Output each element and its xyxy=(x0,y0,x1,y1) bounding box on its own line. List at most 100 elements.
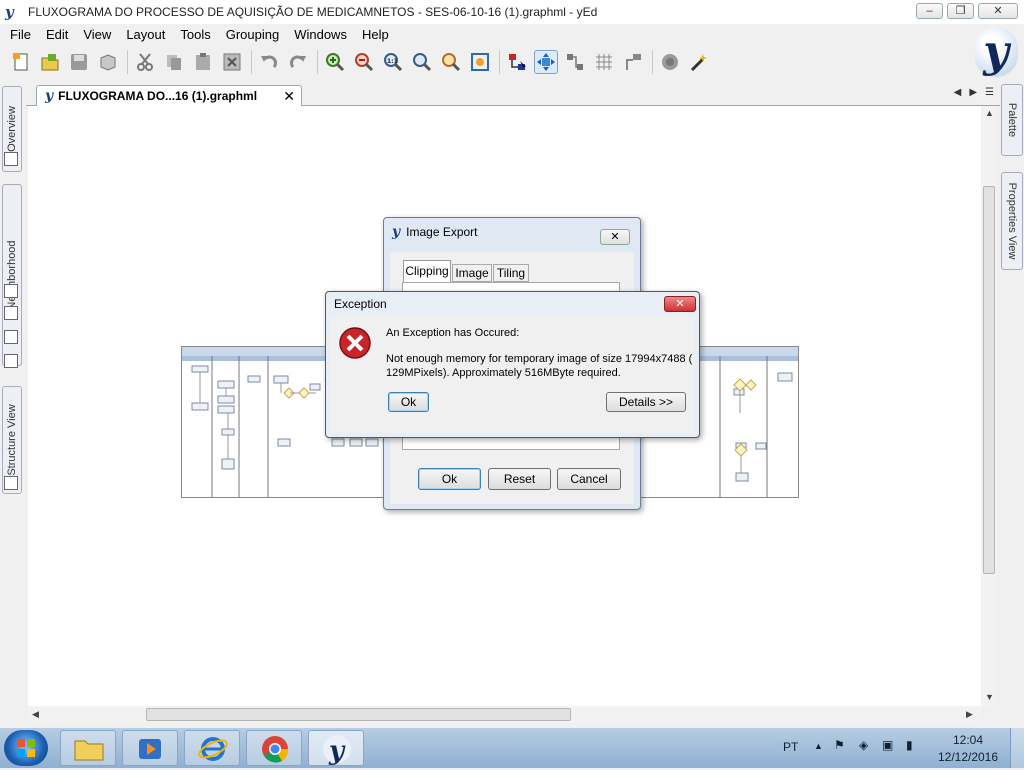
yed-taskbar-icon[interactable]: y xyxy=(308,730,364,766)
zoom-area-icon[interactable] xyxy=(410,50,434,74)
yed-logo: y xyxy=(974,27,1018,77)
tab-scroll-right-icon[interactable]: ▶ xyxy=(969,87,977,98)
error-icon xyxy=(338,326,372,363)
graph-file-icon: y xyxy=(45,88,54,104)
language-indicator[interactable]: PT xyxy=(783,740,798,754)
zoom-in-icon[interactable] xyxy=(323,50,347,74)
menu-edit[interactable]: Edit xyxy=(46,27,68,42)
start-button[interactable] xyxy=(4,730,48,766)
yed-app-icon: y xyxy=(5,3,14,21)
save-icon[interactable] xyxy=(67,50,91,74)
vertical-scroll-thumb[interactable] xyxy=(983,186,995,574)
svg-text:1:1: 1:1 xyxy=(387,58,398,65)
tab-scroll-left-icon[interactable]: ◀ xyxy=(954,87,962,98)
taskbar: y PT ▲ ⚑ ◈ ▣ ▮ 12:04 12/12/2016 xyxy=(0,728,1024,768)
menu-layout[interactable]: Layout xyxy=(126,27,165,42)
scroll-down-icon[interactable]: ▼ xyxy=(985,692,994,702)
explorer-taskbar-icon[interactable] xyxy=(60,730,116,766)
network-signal-icon[interactable]: ▮ xyxy=(906,738,913,752)
delete-icon[interactable] xyxy=(220,50,244,74)
menu-help[interactable]: Help xyxy=(362,27,389,42)
neighborhood-icon-2 xyxy=(4,306,18,320)
show-hidden-icons-icon[interactable]: ▲ xyxy=(814,741,823,751)
media-player-taskbar-icon[interactable] xyxy=(122,730,178,766)
tab-image[interactable]: Image xyxy=(452,264,492,282)
exception-heading: An Exception has Occured: xyxy=(386,327,520,339)
menu-windows[interactable]: Windows xyxy=(294,27,347,42)
right-dock: Palette Properties View xyxy=(1000,84,1024,724)
zoom-fit-icon[interactable] xyxy=(439,50,463,74)
horizontal-scrollbar[interactable]: ◀ ▶ xyxy=(28,706,981,723)
vertical-scrollbar[interactable]: ▲ ▼ xyxy=(981,106,997,706)
menu-tools[interactable]: Tools xyxy=(180,27,210,42)
paste-icon[interactable] xyxy=(191,50,215,74)
security-shield-icon[interactable]: ◈ xyxy=(859,738,868,752)
structure-view-label: Structure View xyxy=(6,404,18,476)
save-as-icon[interactable] xyxy=(96,50,120,74)
export-cancel-button[interactable]: Cancel xyxy=(557,468,621,490)
undo-icon[interactable] xyxy=(257,50,281,74)
minimize-button[interactable]: ‒ xyxy=(916,3,943,19)
exception-ok-button[interactable]: Ok xyxy=(388,392,429,412)
exception-details-button[interactable]: Details >> xyxy=(606,392,686,412)
structure-view-icon xyxy=(4,476,18,490)
tab-clipping[interactable]: Clipping xyxy=(403,260,451,282)
properties-view-panel-tab[interactable]: Properties View xyxy=(1001,172,1023,270)
menu-grouping[interactable]: Grouping xyxy=(226,27,279,42)
image-export-close-button[interactable]: ✕ xyxy=(600,229,630,245)
properties-view-label: Properties View xyxy=(1006,182,1018,260)
navigate-mode-icon[interactable] xyxy=(534,50,558,74)
clock-date[interactable]: 12/12/2016 xyxy=(936,750,1000,764)
yed-window: y FLUXOGRAMA DO PROCESSO DE AQUISIÇÃO DE… xyxy=(0,0,1024,728)
menu-view[interactable]: View xyxy=(83,27,111,42)
overview-icon xyxy=(4,152,18,166)
internet-explorer-taskbar-icon[interactable] xyxy=(184,730,240,766)
scroll-up-icon[interactable]: ▲ xyxy=(985,108,994,118)
action-center-icon[interactable]: ⚑ xyxy=(834,738,845,752)
edit-mode-icon[interactable] xyxy=(505,50,529,74)
orthogonal-edges-icon[interactable] xyxy=(563,50,587,74)
chrome-taskbar-icon[interactable] xyxy=(246,730,302,766)
toolbar: 1:1 xyxy=(0,46,970,78)
document-tab[interactable]: y FLUXOGRAMA DO...16 (1).graphml ✕ xyxy=(36,85,302,106)
exception-close-button[interactable]: ✕ xyxy=(664,296,696,312)
export-ok-button[interactable]: Ok xyxy=(418,468,481,490)
fit-content-icon[interactable] xyxy=(468,50,492,74)
maximize-button[interactable]: ❐ xyxy=(947,3,974,19)
zoom-100-icon[interactable]: 1:1 xyxy=(381,50,405,74)
cut-icon[interactable] xyxy=(133,50,157,74)
grid-icon[interactable] xyxy=(592,50,616,74)
yed-dialog-icon: y xyxy=(392,224,401,240)
neighborhood-icon-4 xyxy=(4,354,18,368)
exception-message-line2: 129MPixels). Approximately 516MByte requ… xyxy=(386,367,621,379)
palette-panel-tab[interactable]: Palette xyxy=(1001,84,1023,156)
copy-icon[interactable] xyxy=(162,50,186,74)
tab-tiling[interactable]: Tiling xyxy=(493,264,529,282)
scroll-right-icon[interactable]: ▶ xyxy=(966,709,973,720)
snap-icon[interactable] xyxy=(621,50,645,74)
menu-file[interactable]: File xyxy=(10,27,31,42)
document-tabs: y FLUXOGRAMA DO...16 (1).graphml ✕ ◀ ▶ ☰ xyxy=(26,84,1000,106)
neighborhood-icon-1 xyxy=(4,284,18,298)
document-tab-close-icon[interactable]: ✕ xyxy=(283,88,295,105)
scroll-left-icon[interactable]: ◀ xyxy=(32,709,39,720)
clock-time[interactable]: 12:04 xyxy=(940,733,996,747)
neighborhood-icon-3 xyxy=(4,330,18,344)
layout-icon[interactable] xyxy=(658,50,682,74)
new-icon[interactable] xyxy=(9,50,33,74)
show-desktop-button[interactable] xyxy=(1010,728,1024,768)
export-reset-button[interactable]: Reset xyxy=(488,468,551,490)
open-icon[interactable] xyxy=(38,50,62,74)
device-icon[interactable]: ▣ xyxy=(882,738,893,752)
exception-title: Exception xyxy=(334,297,387,311)
zoom-out-icon[interactable] xyxy=(352,50,376,74)
exception-dialog: Exception ✕ An Exception has Occured: No… xyxy=(325,291,700,438)
svg-text:y: y xyxy=(328,736,346,766)
exception-titlebar: Exception xyxy=(326,292,699,316)
tab-list-icon[interactable]: ☰ xyxy=(985,87,994,98)
left-dock: Overview Neighborhood Structure View xyxy=(0,84,24,724)
wizard-icon[interactable] xyxy=(687,50,711,74)
redo-icon[interactable] xyxy=(286,50,310,74)
horizontal-scroll-thumb[interactable] xyxy=(146,708,571,721)
close-button[interactable]: ✕ xyxy=(978,3,1018,19)
